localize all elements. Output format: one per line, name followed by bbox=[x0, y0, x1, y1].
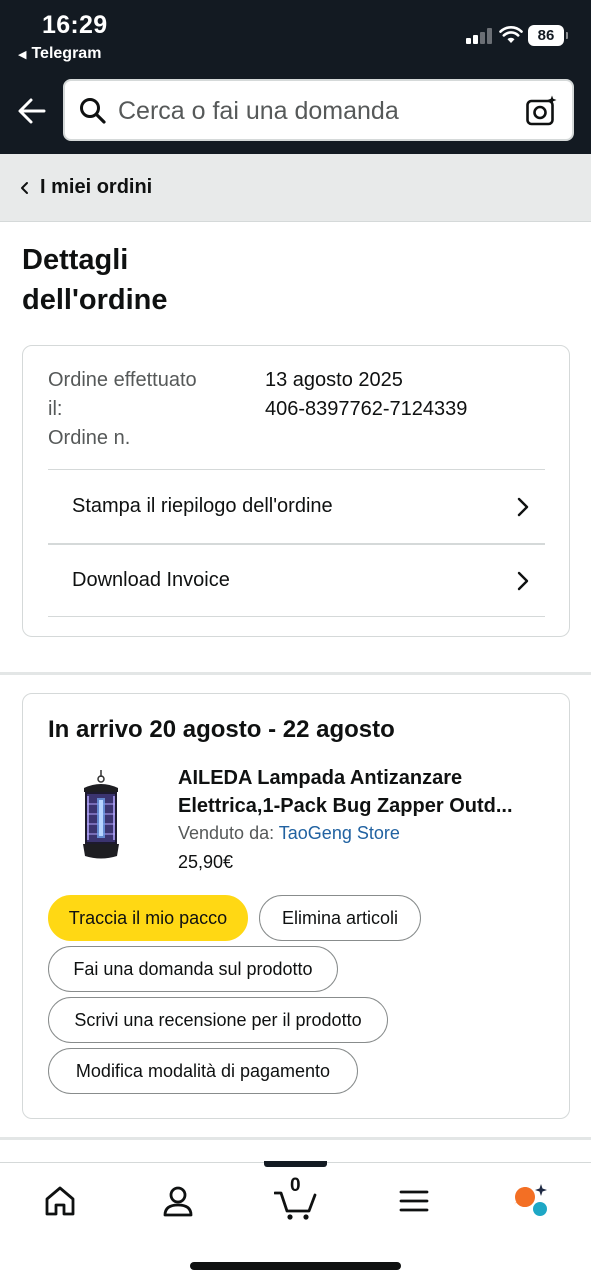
order-number-label: Ordine n. bbox=[48, 427, 131, 449]
page-title-line1: Dettagli bbox=[22, 244, 129, 276]
product-title-line2: Elettrica,1-Pack Bug Zapper Outd... bbox=[178, 795, 513, 817]
ask-question-button[interactable]: Fai una domanda sul prodotto bbox=[48, 946, 338, 992]
cellular-signal-icon bbox=[466, 28, 494, 44]
order-info-values: 13 agosto 2025 406-8397762-7124339 bbox=[265, 366, 467, 424]
back-to-app[interactable]: ◀ Telegram bbox=[18, 45, 101, 63]
wifi-icon bbox=[499, 26, 523, 43]
search-input[interactable]: Cerca o fai una domanda bbox=[63, 79, 574, 141]
placed-label-2: il: bbox=[48, 398, 63, 420]
delete-items-button[interactable]: Elimina articoli bbox=[259, 895, 421, 941]
chevron-left-icon bbox=[21, 181, 28, 194]
page-title: Dettagli dell'ordine bbox=[22, 240, 262, 320]
search-header: Cerca o fai una domanda bbox=[0, 76, 591, 154]
delivery-estimate: In arrivo 20 agosto - 22 agosto bbox=[48, 716, 395, 743]
print-summary-label: Stampa il riepilogo dell'ordine bbox=[72, 495, 333, 517]
section-divider bbox=[0, 672, 591, 675]
bottom-tab-bar: 0 bbox=[0, 1161, 591, 1280]
product-price: 25,90€ bbox=[178, 852, 234, 872]
order-info-card: Ordine effettuato il: Ordine n. 13 agost… bbox=[22, 345, 570, 637]
back-arrow-icon[interactable] bbox=[16, 96, 48, 126]
search-icon bbox=[80, 98, 106, 124]
chevron-right-icon bbox=[517, 497, 529, 516]
write-review-button[interactable]: Scrivi una recensione per il prodotto bbox=[48, 997, 388, 1043]
product-image[interactable] bbox=[71, 770, 131, 862]
rufus-assistant-icon[interactable] bbox=[511, 1181, 551, 1221]
home-indicator bbox=[190, 1262, 401, 1270]
breadcrumb[interactable]: I miei ordini bbox=[0, 154, 591, 222]
status-time: 16:29 bbox=[42, 11, 108, 39]
product-title[interactable]: AILEDA Lampada Antizanzare Elettrica,1-P… bbox=[178, 764, 548, 820]
order-number: 406-8397762-7124339 bbox=[265, 398, 468, 420]
chevron-right-icon bbox=[517, 571, 529, 590]
download-invoice-label: Download Invoice bbox=[72, 569, 230, 591]
breadcrumb-label: I miei ordini bbox=[40, 176, 153, 198]
camera-search-icon[interactable] bbox=[525, 94, 559, 128]
placed-label-1: Ordine effettuato bbox=[48, 369, 197, 391]
shipment-card: In arrivo 20 agosto - 22 agosto AILEDA L… bbox=[22, 693, 570, 1119]
page-title-line2: dell'ordine bbox=[22, 284, 168, 316]
track-package-button[interactable]: Traccia il mio pacco bbox=[48, 895, 248, 941]
order-date: 13 agosto 2025 bbox=[265, 369, 403, 391]
back-app-label: Telegram bbox=[31, 45, 102, 62]
menu-icon[interactable] bbox=[394, 1181, 434, 1221]
active-tab-indicator bbox=[264, 1161, 327, 1167]
section-divider bbox=[0, 1137, 591, 1140]
download-invoice-row[interactable]: Download Invoice bbox=[48, 543, 545, 617]
seller-info: Venduto da: TaoGeng Store bbox=[178, 823, 400, 844]
change-payment-button[interactable]: Modifica modalità di pagamento bbox=[48, 1048, 358, 1094]
product-title-line1: AILEDA Lampada Antizanzare bbox=[178, 767, 463, 789]
back-triangle-icon: ◀ bbox=[18, 48, 27, 61]
seller-link[interactable]: TaoGeng Store bbox=[279, 823, 400, 843]
home-icon[interactable] bbox=[40, 1181, 80, 1221]
account-icon[interactable] bbox=[158, 1181, 198, 1221]
search-placeholder: Cerca o fai una domanda bbox=[118, 97, 399, 125]
order-info-labels: Ordine effettuato il: Ordine n. bbox=[48, 366, 228, 453]
print-summary-row[interactable]: Stampa il riepilogo dell'ordine bbox=[48, 469, 545, 543]
seller-label: Venduto da: bbox=[178, 823, 275, 843]
cart-count-badge: 0 bbox=[290, 1175, 301, 1196]
status-bar: 16:29 ◀ Telegram 86 bbox=[0, 0, 591, 76]
battery-indicator: 86 bbox=[528, 25, 568, 46]
